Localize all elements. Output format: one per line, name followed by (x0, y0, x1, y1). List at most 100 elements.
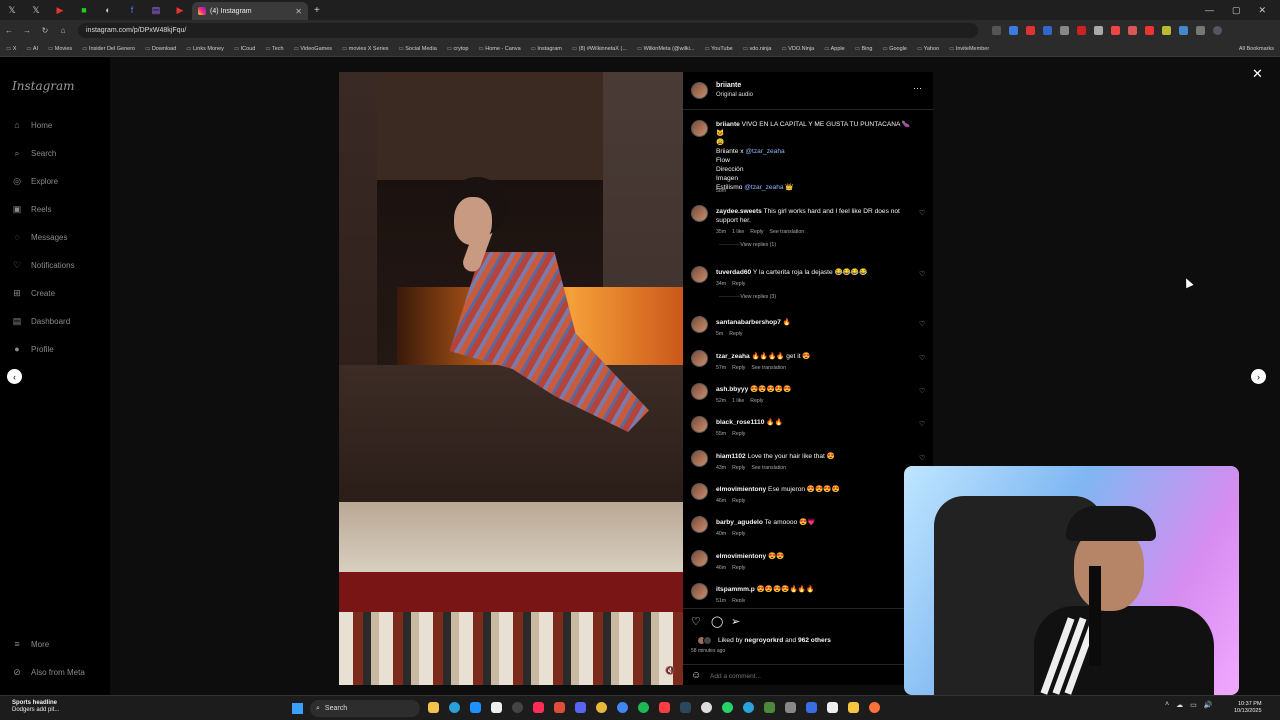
avatar[interactable] (691, 516, 708, 533)
app-icon[interactable] (806, 702, 817, 713)
bookmark-item[interactable]: crytop (447, 46, 469, 52)
chrome-icon[interactable] (596, 702, 607, 713)
youtube-tab-icon[interactable]: ▶ (168, 0, 192, 20)
extension-icon[interactable] (1145, 26, 1154, 35)
extension-icon[interactable] (1196, 26, 1205, 35)
app-icon[interactable] (764, 702, 775, 713)
like-icon[interactable]: ♡ (691, 615, 701, 628)
bookmark-item[interactable]: WilkinMeta (@wilki... (637, 46, 695, 52)
extension-icon[interactable] (1043, 26, 1052, 35)
avatar[interactable] (691, 483, 708, 500)
steam-icon[interactable] (680, 702, 691, 713)
app-icon[interactable] (827, 702, 838, 713)
bookmark-item[interactable]: Insider Del Genero (82, 46, 135, 52)
file-explorer-icon[interactable] (428, 702, 439, 713)
bookmark-item[interactable]: Apple (824, 46, 845, 52)
back-icon[interactable]: ← (0, 26, 18, 35)
previous-post-arrow-icon[interactable]: ‹ (7, 369, 22, 384)
sidebar-item-messages[interactable]: ◌ Messages (12, 232, 67, 242)
comment-username[interactable]: barby_agudelo (716, 519, 763, 526)
discord-icon[interactable] (575, 702, 586, 713)
avatar[interactable] (691, 383, 708, 400)
comment-like-icon[interactable]: ♡ (919, 320, 925, 328)
bookmark-item[interactable]: movies X Series (342, 46, 389, 52)
twitch-tab-icon[interactable]: ▤ (144, 0, 168, 20)
post-username[interactable]: briiante (716, 82, 741, 89)
extension-icon[interactable] (992, 26, 1001, 35)
bookmark-item[interactable]: ICoud (234, 46, 256, 52)
tab-icon[interactable]: ◐ (96, 0, 120, 20)
bookmark-item[interactable]: Instagram (531, 46, 561, 52)
sidebar-item-also-from-meta[interactable]: ⊘ Also from Meta (12, 667, 85, 678)
extension-icon[interactable] (1111, 26, 1120, 35)
comment-like-icon[interactable]: ♡ (919, 387, 925, 395)
store-icon[interactable] (470, 702, 481, 713)
extension-icon[interactable] (1094, 26, 1103, 35)
extension-icon[interactable] (1026, 26, 1035, 35)
avatar[interactable] (691, 416, 708, 433)
view-replies-button[interactable]: View replies (1) (719, 242, 776, 248)
bookmark-item[interactable]: AI (26, 46, 38, 52)
bookmark-item[interactable]: VideoGames (294, 46, 332, 52)
comment-reply[interactable]: Reply (732, 498, 745, 504)
comment-translate[interactable]: See translation (751, 465, 786, 471)
comment-reply[interactable]: Reply (729, 331, 742, 337)
avatar[interactable] (691, 550, 708, 567)
youtube-tab-icon[interactable]: ▶ (48, 0, 72, 20)
comment-reply[interactable]: Reply (732, 598, 745, 602)
openai-icon[interactable] (701, 702, 712, 713)
comment-reply[interactable]: Reply (732, 465, 745, 471)
comment-like-icon[interactable]: ♡ (919, 454, 925, 462)
maximize-icon[interactable]: ▢ (1232, 5, 1241, 16)
tab-instagram[interactable]: (4) Instagram ✕ (192, 2, 308, 20)
chrome-icon[interactable] (617, 702, 628, 713)
comment-likes[interactable]: 1 like (732, 398, 744, 404)
sidebar-item-search[interactable]: ⌕ Search (12, 148, 56, 159)
cloud-icon[interactable]: ☁ (1176, 701, 1183, 709)
whatsapp-icon[interactable] (722, 702, 733, 713)
bookmark-item[interactable]: Google (882, 46, 907, 52)
post-media[interactable]: 🔇 (339, 72, 683, 685)
avatar[interactable] (691, 266, 708, 283)
sidebar-item-notifications[interactable]: ♡ Notifications (12, 260, 75, 271)
bookmark-item[interactable]: (8) #WilkinnetaX (... (572, 46, 627, 52)
avatar[interactable] (691, 583, 708, 600)
comment-icon[interactable]: ◯ (711, 615, 723, 628)
comment-translate[interactable]: See translation (751, 365, 786, 371)
facebook-tab-icon[interactable]: f (120, 0, 144, 20)
bookmark-item[interactable]: X (6, 46, 17, 52)
sidebar-item-create[interactable]: ⊞ Create (12, 288, 55, 299)
avatar[interactable] (691, 316, 708, 333)
mention-link[interactable]: @tzar_zeaha (744, 184, 783, 191)
comment-reply[interactable]: Reply (750, 229, 763, 235)
comment-like-icon[interactable]: ♡ (919, 354, 925, 362)
sidebar-item-dashboard[interactable]: ▤ Dashboard (12, 316, 70, 327)
comment-username[interactable]: elmovimientony (716, 486, 766, 493)
bookmark-item[interactable]: VDO.Ninja (782, 46, 814, 52)
app-icon[interactable] (785, 702, 796, 713)
avatar[interactable] (691, 120, 708, 137)
x-tab-icon[interactable]: 𝕏 (24, 0, 48, 20)
sidebar-item-explore[interactable]: ◎ Explore (12, 176, 58, 187)
view-replies-button[interactable]: View replies (3) (719, 294, 776, 300)
comment-username[interactable]: black_rose1110 (716, 419, 764, 426)
bookmark-item[interactable]: Movies (48, 46, 72, 52)
close-icon[interactable]: ✕ (1252, 66, 1263, 82)
extension-icon[interactable] (1162, 26, 1171, 35)
mention-link[interactable]: @tzar_zeaha (745, 148, 784, 155)
comment-input[interactable] (710, 671, 920, 681)
comment-like-icon[interactable]: ♡ (919, 209, 925, 217)
comment-username[interactable]: hiam1102 (716, 453, 746, 460)
instagram-logo[interactable]: Instagram (12, 79, 75, 93)
extension-icon[interactable] (1009, 26, 1018, 35)
notes-icon[interactable] (848, 702, 859, 713)
avatar[interactable] (691, 82, 708, 99)
more-options-icon[interactable]: ⋯ (913, 83, 922, 94)
taskbar-clock[interactable]: 10:37 PM 10/13/2025 (1234, 701, 1262, 715)
app-icon[interactable] (554, 702, 565, 713)
all-bookmarks-button[interactable]: All Bookmarks (1239, 46, 1280, 52)
comment-likes[interactable]: 1 like (732, 229, 744, 235)
comment-reply[interactable]: Reply (750, 398, 763, 404)
extension-icon[interactable] (1128, 26, 1137, 35)
comment-username[interactable]: tuverdad60 (716, 269, 751, 276)
